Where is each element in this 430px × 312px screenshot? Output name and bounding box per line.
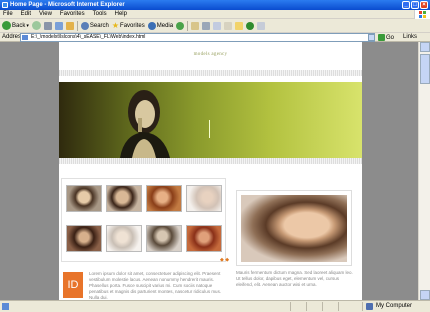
media-icon: [147, 21, 156, 30]
ie-icon: [2, 2, 8, 8]
standard-toolbar: Back ▾ Search ★ Favorites Media: [0, 19, 430, 33]
header-stripe: [59, 70, 362, 76]
address-bar: Address E:\_\modelxt\lslcons\4\_sEASE\_F…: [0, 33, 430, 42]
forward-arrow-icon: [31, 21, 41, 30]
maximize-button[interactable]: □: [411, 1, 419, 9]
address-dropdown-icon[interactable]: [368, 34, 375, 41]
menu-edit[interactable]: Edit: [21, 10, 31, 18]
vertical-scrollbar[interactable]: [418, 42, 430, 300]
go-label: Go: [386, 34, 395, 41]
go-arrow-icon: [378, 34, 385, 41]
status-divider: [362, 302, 363, 311]
thumbnail-gallery: [61, 178, 226, 262]
featured-photo[interactable]: [241, 195, 347, 262]
address-input[interactable]: E:\_\modelxt\lslcons\4\_sEASE\_FL\Web\in…: [20, 33, 375, 42]
gallery-thumbnail[interactable]: [186, 185, 222, 212]
go-button[interactable]: Go: [378, 33, 400, 42]
refresh-icon[interactable]: [54, 21, 63, 30]
media-button[interactable]: Media: [147, 21, 174, 30]
back-label: Back: [12, 22, 26, 29]
status-divider: [306, 302, 307, 311]
id-badge: ID: [63, 272, 83, 298]
window-title: Home Page - Microsoft Internet Explorer: [10, 2, 125, 8]
messenger-icon[interactable]: [246, 21, 255, 30]
security-zone-label: My Computer: [376, 303, 413, 309]
toolbar-separator: [76, 20, 78, 31]
status-divider: [322, 302, 323, 311]
status-divider: [290, 302, 291, 311]
windows-logo-icon: [414, 10, 430, 19]
web-page: models agency ◆ ◆ ID Lorem ipsum dolor s…: [59, 42, 362, 300]
favorites-label: Favorites: [120, 22, 145, 29]
scroll-down-button[interactable]: [420, 290, 430, 300]
forward-button[interactable]: [31, 21, 41, 30]
home-icon[interactable]: [65, 21, 74, 30]
banner-divider: [209, 120, 210, 138]
print-icon[interactable]: [202, 21, 211, 30]
title-bar[interactable]: Home Page - Microsoft Internet Explorer …: [0, 0, 430, 10]
search-button[interactable]: Search: [80, 21, 109, 30]
toolbar-separator: [187, 20, 189, 31]
featured-photo-frame: [236, 190, 352, 266]
menu-favorites[interactable]: Favorites: [60, 10, 85, 18]
discuss-icon[interactable]: [224, 21, 233, 30]
star-icon: ★: [111, 21, 120, 30]
gallery-thumbnail[interactable]: [186, 225, 222, 252]
site-logo[interactable]: models agency: [59, 52, 362, 57]
stop-icon[interactable]: [43, 21, 52, 30]
gallery-thumbnail[interactable]: [66, 225, 102, 252]
minimize-button[interactable]: _: [402, 1, 410, 9]
scroll-thumb[interactable]: [420, 54, 430, 84]
gallery-thumbnail[interactable]: [146, 225, 182, 252]
browser-window: Home Page - Microsoft Internet Explorer …: [0, 0, 430, 312]
scroll-up-button[interactable]: [420, 42, 430, 52]
page-icon: [22, 35, 28, 40]
research-icon[interactable]: [257, 21, 266, 30]
status-divider: [338, 302, 339, 311]
gallery-thumbnail[interactable]: [106, 225, 142, 252]
favorites-button[interactable]: ★ Favorites: [112, 21, 145, 30]
search-icon: [80, 21, 89, 30]
back-dropdown-icon[interactable]: ▾: [26, 23, 29, 29]
gallery-thumbnail[interactable]: [106, 185, 142, 212]
page-status-icon: [2, 303, 9, 310]
folder-icon[interactable]: [235, 21, 244, 30]
edit-icon[interactable]: [213, 21, 222, 30]
menu-help[interactable]: Help: [115, 10, 127, 18]
back-button[interactable]: Back ▾: [2, 21, 29, 30]
photo-caption-text: Mauris fermentum dictum magna. Sed laore…: [236, 270, 353, 287]
back-arrow-icon: [2, 21, 11, 30]
intro-text: Lorem ipsum dolor sit amet, consectetuer…: [89, 271, 222, 300]
search-label: Search: [89, 22, 109, 29]
status-bar: My Computer: [0, 300, 430, 312]
gallery-pager[interactable]: ◆ ◆: [220, 257, 229, 263]
gallery-thumbnail[interactable]: [146, 185, 182, 212]
menu-bar: File Edit View Favorites Tools Help: [0, 10, 430, 19]
close-button[interactable]: ×: [420, 1, 428, 9]
hero-banner: [59, 82, 362, 158]
menu-tools[interactable]: Tools: [93, 10, 107, 18]
links-button[interactable]: Links: [403, 34, 417, 40]
mail-icon[interactable]: [191, 21, 200, 30]
menu-file[interactable]: File: [3, 10, 13, 18]
gallery-thumbnail[interactable]: [66, 185, 102, 212]
media-label: Media: [156, 22, 174, 29]
model-photo: [120, 90, 170, 158]
banner-stripe: [59, 158, 362, 164]
history-icon[interactable]: [176, 21, 185, 30]
computer-icon: [366, 303, 373, 310]
address-value: E:\_\modelxt\lslcons\4\_sEASE\_FL\Web\in…: [31, 34, 146, 40]
page-viewport: models agency ◆ ◆ ID Lorem ipsum dolor s…: [0, 42, 418, 300]
menu-view[interactable]: View: [39, 10, 52, 18]
